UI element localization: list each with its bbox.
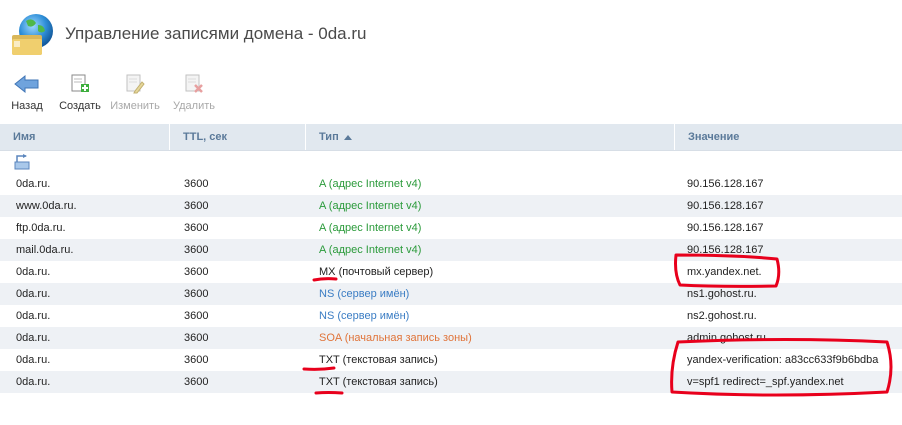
cell-name: www.0da.ru.	[16, 200, 77, 212]
cell-value: 90.156.128.167	[687, 222, 764, 234]
record-type-code: A	[319, 200, 326, 212]
column-header-name[interactable]: Имя	[0, 124, 170, 150]
record-type-description: (начальная запись зоны)	[344, 332, 472, 344]
cell-value: 90.156.128.167	[687, 200, 764, 212]
table-row[interactable]: 0da.ru. 3600 MX (почтовый сервер) mx.yandex…	[0, 261, 902, 283]
cell-type: A (адрес Internet v4)	[306, 200, 675, 212]
page-title: Управление записями домена - 0da.ru	[65, 24, 367, 43]
cell-type: A (адрес Internet v4)	[306, 222, 675, 234]
edit-record-icon	[122, 72, 148, 96]
cell-value: mx.yandex.net.	[687, 266, 762, 278]
table-row[interactable]: 0da.ru. 3600 TXT (текстовая запись) v=spf1 …	[0, 371, 902, 393]
record-type-code: A	[319, 178, 326, 190]
cell-name: mail.0da.ru.	[16, 244, 74, 256]
record-type-description: (почтовый сервер)	[338, 266, 434, 278]
record-type-code: SOA	[319, 332, 342, 344]
record-type-code: TXT	[319, 354, 340, 366]
record-type-code: NS	[319, 288, 335, 300]
column-header-type-label: Тип	[319, 131, 339, 143]
record-type-code: A	[319, 244, 326, 256]
cell-name: ftp.0da.ru.	[16, 222, 66, 234]
cell-type: A (адрес Internet v4)	[306, 244, 675, 256]
page-header	[8, 10, 56, 60]
cell-ttl: 3600	[184, 310, 209, 322]
cell-ttl: 3600	[184, 200, 209, 212]
parent-folder-row[interactable]	[0, 151, 902, 173]
back-arrow-icon	[14, 72, 40, 96]
cell-name: 0da.ru.	[16, 178, 51, 190]
dns-records-table: Имя TTL, сек Тип Значение 0da.ru. 3600 A (…	[0, 124, 902, 393]
cell-ttl: 3600	[184, 244, 209, 256]
cell-type: TXT (текстовая запись)	[306, 376, 675, 388]
table-row[interactable]: 0da.ru. 3600 SOA (начальная запись зоны) ad…	[0, 327, 902, 349]
cell-name: 0da.ru.	[16, 354, 51, 366]
sort-ascending-icon	[343, 134, 352, 140]
table-row[interactable]: 0da.ru. 3600 A (адрес Internet v4) 90.156.1…	[0, 173, 902, 195]
edit-label: Изменить	[110, 100, 160, 112]
cell-ttl: 3600	[184, 332, 209, 344]
delete-record-icon	[181, 72, 207, 96]
cell-value: v=spf1 redirect=_spf.yandex.net	[687, 376, 844, 388]
cell-name: 0da.ru.	[16, 332, 51, 344]
record-type-description: (сервер имён)	[337, 310, 410, 322]
dns-records-page: Управление записями домена - 0da.ru Наза…	[0, 0, 902, 425]
cell-value: yandex-verification: a83cc633f9b6bdba	[687, 354, 879, 366]
toolbar: Назад Создать Изменить Удалить	[0, 72, 224, 118]
back-label: Назад	[11, 100, 43, 112]
delete-label: Удалить	[173, 100, 215, 112]
cell-name: 0da.ru.	[16, 288, 51, 300]
cell-type: SOA (начальная запись зоны)	[306, 332, 675, 344]
record-type-code: TXT	[319, 376, 340, 388]
column-header-ttl[interactable]: TTL, сек	[170, 124, 306, 150]
record-type-description: (текстовая запись)	[342, 354, 438, 366]
table-row[interactable]: 0da.ru. 3600 NS (сервер имён) ns1.gohost.ru…	[0, 283, 902, 305]
record-type-description: (адрес Internet v4)	[328, 244, 422, 256]
cell-type: TXT (текстовая запись)	[306, 354, 675, 366]
table-row[interactable]: www.0da.ru. 3600 A (адрес Internet v4) 90.1…	[0, 195, 902, 217]
cell-name: 0da.ru.	[16, 266, 51, 278]
cell-value: ns2.gohost.ru.	[687, 310, 757, 322]
record-type-code: NS	[319, 310, 335, 322]
cell-value: ns1.gohost.ru.	[687, 288, 757, 300]
table-header: Имя TTL, сек Тип Значение	[0, 124, 902, 151]
record-type-code: A	[319, 222, 326, 234]
column-header-type[interactable]: Тип	[306, 124, 675, 150]
cell-ttl: 3600	[184, 222, 209, 234]
record-type-code: MX	[319, 266, 336, 278]
cell-ttl: 3600	[184, 178, 209, 190]
column-header-value[interactable]: Значение	[675, 124, 902, 150]
cell-value: 90.156.128.167	[687, 244, 764, 256]
cell-value: admin.gohost.ru.	[687, 332, 769, 344]
table-row[interactable]: 0da.ru. 3600 NS (сервер имён) ns2.gohost.ru…	[0, 305, 902, 327]
cell-type: NS (сервер имён)	[306, 310, 675, 322]
cell-ttl: 3600	[184, 354, 209, 366]
back-button[interactable]: Назад	[0, 72, 54, 118]
create-record-icon	[67, 72, 93, 96]
cell-ttl: 3600	[184, 288, 209, 300]
cell-type: A (адрес Internet v4)	[306, 178, 675, 190]
table-body: 0da.ru. 3600 A (адрес Internet v4) 90.156.1…	[0, 173, 902, 393]
cell-name: 0da.ru.	[16, 376, 51, 388]
edit-button[interactable]: Изменить	[106, 72, 164, 118]
record-type-description: (адрес Internet v4)	[328, 222, 422, 234]
cell-ttl: 3600	[184, 266, 209, 278]
record-type-description: (сервер имён)	[337, 288, 410, 300]
table-row[interactable]: 0da.ru. 3600 TXT (текстовая запись) yandex-…	[0, 349, 902, 371]
cell-name: 0da.ru.	[16, 310, 51, 322]
delete-button[interactable]: Удалить	[164, 72, 224, 118]
table-row[interactable]: mail.0da.ru. 3600 A (адрес Internet v4) 90.…	[0, 239, 902, 261]
cell-ttl: 3600	[184, 376, 209, 388]
record-type-description: (текстовая запись)	[342, 376, 438, 388]
record-type-description: (адрес Internet v4)	[328, 200, 422, 212]
record-type-description: (адрес Internet v4)	[328, 178, 422, 190]
cell-type: NS (сервер имён)	[306, 288, 675, 300]
globe-folder-icon	[8, 11, 56, 59]
create-button[interactable]: Создать	[54, 72, 106, 118]
parent-folder-icon[interactable]	[14, 154, 32, 173]
create-label: Создать	[59, 100, 101, 112]
table-row[interactable]: ftp.0da.ru. 3600 A (адрес Internet v4) 90.1…	[0, 217, 902, 239]
cell-value: 90.156.128.167	[687, 178, 764, 190]
cell-type: MX (почтовый сервер)	[306, 266, 675, 278]
